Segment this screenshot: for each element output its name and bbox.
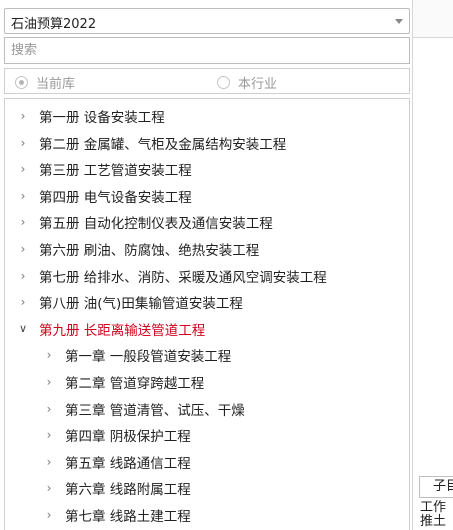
tree-chapter-item[interactable]: › 第七章 线路土建工程	[5, 502, 191, 528]
tab-sub-item[interactable]: 子目	[419, 476, 453, 498]
chevron-right-icon[interactable]: ›	[43, 348, 55, 362]
chevron-right-icon[interactable]: ›	[43, 481, 55, 495]
tree-volume-item[interactable]: › 第二册 金属罐、气柜及金属结构安装工程	[5, 130, 287, 156]
chevron-right-icon[interactable]: ›	[17, 162, 29, 176]
radio-industry[interactable]: 本行业	[217, 73, 277, 92]
chevron-right-icon[interactable]: ›	[43, 375, 55, 389]
tree-item-label: 第七章 线路土建工程	[65, 509, 191, 525]
chevron-right-icon[interactable]: ›	[43, 428, 55, 442]
library-select[interactable]: 石油预算2022	[4, 8, 410, 34]
tree-volume-item[interactable]: › 第五册 自动化控制仪表及通信安装工程	[5, 209, 273, 235]
radio-current-label: 当前库	[36, 77, 76, 92]
library-panel: 石油预算2022 当前库 本行业 › 第一册 设备安装工程 › 第二册 金属罐、气柜及…	[0, 0, 412, 530]
chevron-right-icon[interactable]: ›	[17, 295, 29, 309]
chevron-right-icon[interactable]: ›	[17, 242, 29, 256]
tree-volume-item[interactable]: › 第七册 给排水、消防、采暖及通风空调安装工程	[5, 263, 327, 289]
tree-chapter-item[interactable]: › 第四章 阴极保护工程	[5, 422, 191, 448]
tree-item-label: 第三章 管道清管、试压、干燥	[65, 402, 245, 419]
chevron-right-icon[interactable]: ›	[17, 109, 29, 123]
chevron-right-icon[interactable]: ›	[43, 402, 55, 416]
radio-current-library[interactable]: 当前库	[15, 73, 75, 92]
tree-volume-item[interactable]: › 第四册 电气设备安装工程	[5, 183, 192, 209]
chevron-right-icon[interactable]: ›	[17, 215, 29, 229]
tree-volume-item[interactable]: › 第六册 刷油、防腐蚀、绝热安装工程	[5, 236, 260, 262]
tree-chapter-item[interactable]: › 第三章 管道清管、试压、干燥	[5, 396, 245, 422]
tree-item-label: 第六册 刷油、防腐蚀、绝热安装工程	[39, 243, 260, 259]
radio-industry-label: 本行业	[238, 77, 278, 92]
tree-chapter-item[interactable]: › 第六章 线路附属工程	[5, 475, 191, 501]
tree-volume-item[interactable]: › 第三册 工艺管道安装工程	[5, 156, 192, 182]
tree-item-label: 第一章 一般段管道安装工程	[65, 349, 232, 366]
tree-item-label: 第二章 管道穿跨越工程	[65, 376, 205, 392]
tree-item-label: 第三册 工艺管道安装工程	[39, 163, 192, 180]
chevron-right-icon[interactable]: ›	[17, 189, 29, 203]
detail-panel: 子目 工作 推土	[412, 0, 453, 530]
chevron-right-icon[interactable]: ›	[17, 269, 29, 283]
tree-item-label: 第九册 长距离输送管道工程	[39, 322, 206, 339]
tree-item-label: 第五册 自动化控制仪表及通信安装工程	[39, 216, 273, 233]
category-tree: › 第一册 设备安装工程 › 第二册 金属罐、气柜及金属结构安装工程 › 第三册 工艺管道…	[4, 98, 410, 530]
search-input[interactable]	[4, 37, 410, 64]
chevron-right-icon[interactable]: ›	[43, 455, 55, 469]
tree-volume-item[interactable]: › 第一册 设备安装工程	[5, 103, 165, 129]
tree-item-label: 第八册 油(气)田集输管道安装工程	[39, 296, 243, 313]
tree-item-label: 第四册 电气设备安装工程	[39, 189, 192, 206]
tree-item-label: 第五章 线路通信工程	[65, 455, 191, 472]
tree-item-label: 第二册 金属罐、气柜及金属结构安装工程	[39, 136, 287, 153]
chevron-down-icon[interactable]	[395, 19, 403, 24]
chevron-right-icon[interactable]: ›	[43, 508, 55, 522]
tree-chapter-item[interactable]: › 第一章 一般段管道安装工程	[5, 342, 232, 368]
scope-radio-group: 当前库 本行业	[4, 68, 410, 94]
tree-chapter-item[interactable]: › 第二章 管道穿跨越工程	[5, 369, 205, 395]
chevron-right-icon[interactable]: ›	[17, 136, 29, 150]
tree-item-label: 第六章 线路附属工程	[65, 482, 191, 499]
tree-item-label: 第七册 给排水、消防、采暖及通风空调安装工程	[39, 269, 327, 286]
detail-line-2: 推土	[420, 514, 447, 529]
detail-text: 工作 推土	[419, 500, 453, 530]
library-select-value: 石油预算2022	[11, 17, 97, 32]
detail-toolbar	[413, 0, 453, 38]
tree-volume-item[interactable]: ∨ 第九册 长距离输送管道工程	[5, 316, 205, 342]
tree-chapter-item[interactable]: › 第五章 线路通信工程	[5, 449, 191, 475]
tree-item-label: 第一册 设备安装工程	[39, 110, 165, 126]
tree-item-label: 第四章 阴极保护工程	[65, 429, 191, 446]
detail-line-1: 工作	[420, 500, 447, 515]
chevron-down-icon[interactable]: ∨	[17, 322, 29, 335]
radio-unselected-icon[interactable]	[217, 76, 230, 89]
tree-volume-item[interactable]: › 第八册 油(气)田集输管道安装工程	[5, 289, 243, 315]
radio-selected-icon[interactable]	[15, 76, 28, 89]
